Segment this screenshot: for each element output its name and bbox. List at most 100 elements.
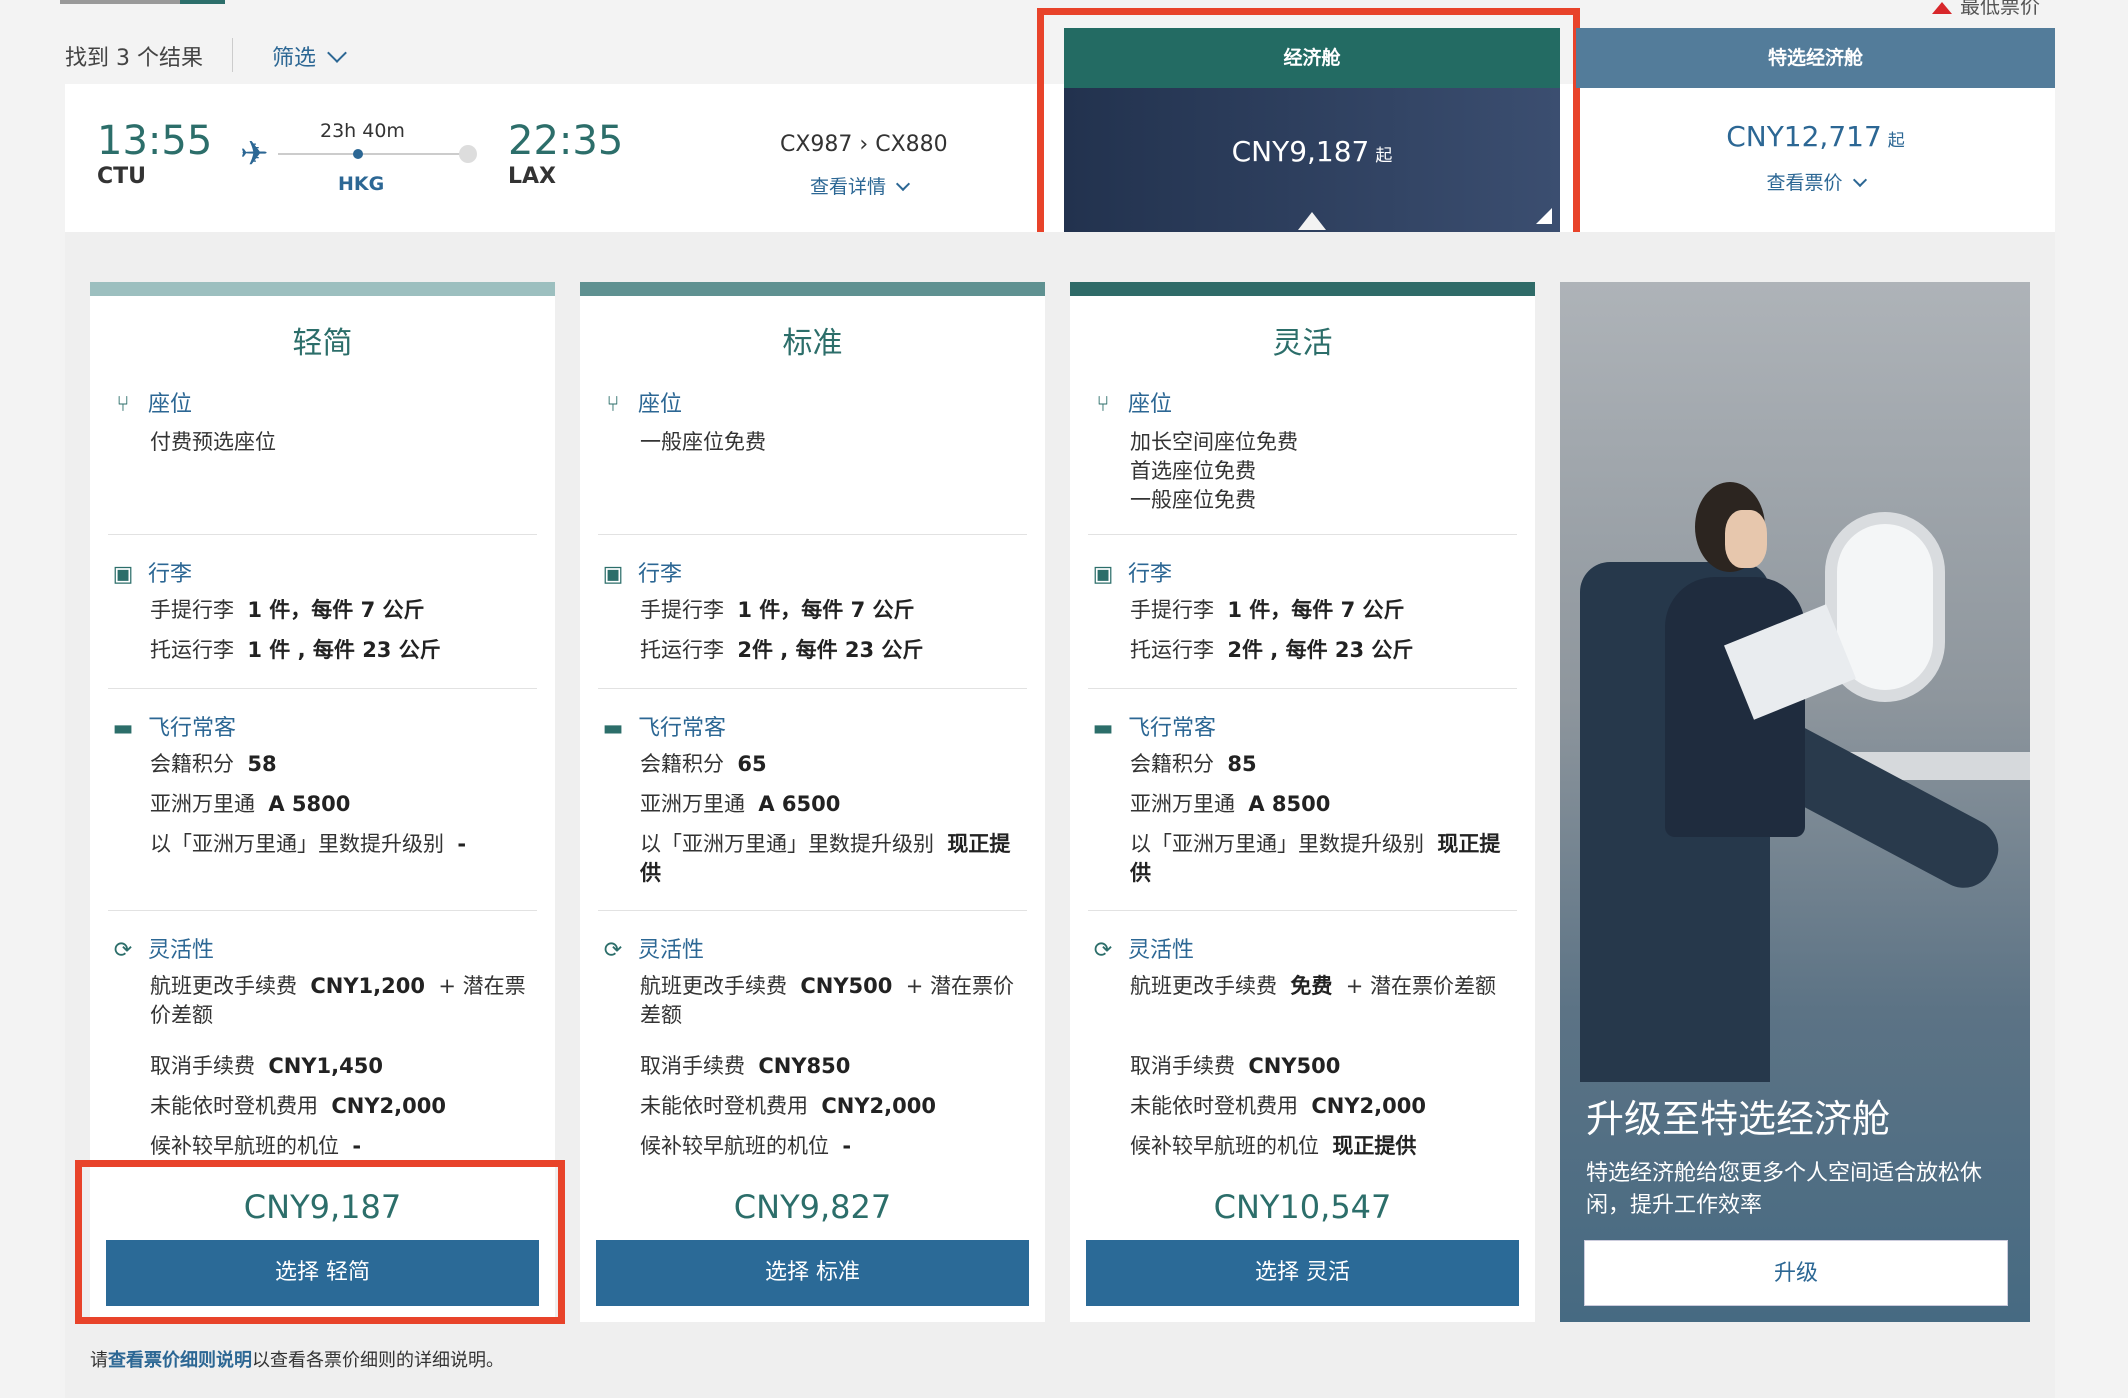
filter-button[interactable]: 筛选	[272, 40, 347, 72]
flexibility-section: ⟳ 灵活性	[600, 932, 704, 964]
flexibility-section: ⟳ 灵活性	[1090, 932, 1194, 964]
frequent-flyer-section: ▬ 飞行常客	[1090, 710, 1216, 742]
flight-duration: 23h 40m	[320, 120, 405, 142]
divider	[108, 534, 537, 535]
divider	[108, 688, 537, 689]
fare-name: 轻简	[292, 326, 353, 361]
chevron-down-icon	[895, 176, 911, 192]
footnote: 请查看票价细则说明以查看各票价细则的详细说明。	[90, 1350, 504, 1371]
divider	[598, 534, 1027, 535]
upgrade-panel: 升级至特选经济舱 特选经济舱给您更多个人空间适合放松休闲，提升工作效率 升级	[1560, 282, 2030, 1322]
fare-name: 灵活	[1272, 326, 1333, 361]
standby-row: 候补较早航班的机位 -	[150, 1134, 362, 1158]
seat-option: 首选座位免费	[1130, 459, 1256, 483]
change-fee-row: 航班更改手续费 CNY500 + 潜在票价差额	[640, 974, 1015, 1027]
highlight-box-economy	[1037, 8, 1580, 260]
tab-premium-economy[interactable]: 特选经济舱	[1576, 28, 2055, 88]
fare-color-bar	[90, 282, 555, 296]
no-show-fee-row: 未能依时登机费用 CNY2,000	[150, 1094, 446, 1118]
checked-bag-row: 托运行李 2件 , 每件 23 公斤	[640, 638, 924, 662]
fare-color-bar	[580, 282, 1045, 296]
seat-option: 付费预选座位	[150, 430, 276, 454]
divider	[1088, 688, 1517, 689]
no-show-fee-row: 未能依时登机费用 CNY2,000	[1130, 1094, 1426, 1118]
seat-section: ⑂ 座位	[1090, 386, 1172, 418]
carry-on-row: 手提行李 1 件，每件 7 公斤	[1130, 598, 1405, 622]
asia-miles-row: 亚洲万里通 A 5800	[150, 792, 351, 816]
fare-price: CNY10,547	[1213, 1188, 1392, 1226]
view-fares-link[interactable]: 查看票价	[1576, 168, 2055, 195]
seat-section: ⑂ 座位	[110, 386, 192, 418]
premium-economy-price: CNY12,717 起	[1726, 120, 1905, 153]
divider	[1088, 910, 1517, 911]
route-end-dot	[459, 145, 477, 163]
chevron-down-icon	[1852, 172, 1867, 188]
membership-card-icon: ▬	[1092, 716, 1114, 741]
luggage-icon: ▣	[1092, 562, 1114, 587]
lowest-fare-icon	[1932, 1, 1952, 14]
fare-card: 灵活 ⑂ 座位 加长空间座位免费 首选座位免费 一般座位免费 ▣ 行李 手提行李 1 件…	[1070, 282, 1535, 1322]
carry-on-row: 手提行李 1 件，每件 7 公斤	[150, 598, 425, 622]
membership-card-icon: ▬	[112, 716, 134, 741]
plane-icon: ✈	[240, 134, 269, 174]
seat-option: 加长空间座位免费	[1130, 430, 1298, 454]
flexibility-icon: ⟳	[1093, 938, 1113, 963]
baggage-section: ▣ 行李	[1090, 556, 1172, 588]
seat-option: 一般座位免费	[1130, 488, 1256, 512]
flexibility-icon: ⟳	[603, 938, 623, 963]
fare-color-bar	[1070, 282, 1535, 296]
asia-miles-row: 亚洲万里通 A 8500	[1130, 792, 1331, 816]
divider	[232, 38, 233, 72]
view-details-link[interactable]: 查看详情	[810, 172, 911, 199]
upgrade-title: 升级至特选经济舱	[1586, 1097, 1891, 1141]
club-points-row: 会籍积分 85	[1130, 752, 1257, 776]
baggage-section: ▣ 行李	[110, 556, 192, 588]
highlight-box-fare-light	[75, 1160, 565, 1324]
change-fee-row: 航班更改手续费 免费 + 潜在票价差额	[1130, 974, 1496, 998]
divider	[1088, 534, 1517, 535]
divider	[598, 688, 1027, 689]
upgrade-with-miles-row: 以「亚洲万里通」里数提升级别 现正提供	[1130, 832, 1501, 885]
club-points-row: 会籍积分 58	[150, 752, 277, 776]
upgrade-description: 特选经济舱给您更多个人空间适合放松休闲，提升工作效率	[1586, 1161, 1983, 1218]
membership-card-icon: ▬	[602, 716, 624, 741]
standby-row: 候补较早航班的机位 现正提供	[1130, 1134, 1417, 1158]
baggage-section: ▣ 行李	[600, 556, 682, 588]
select-fare-button[interactable]: 选择 标准	[596, 1240, 1029, 1306]
upgrade-with-miles-row: 以「亚洲万里通」里数提升级别 -	[150, 832, 467, 856]
flexibility-icon: ⟳	[113, 938, 133, 963]
standby-row: 候补较早航班的机位 -	[640, 1134, 852, 1158]
select-fare-button[interactable]: 选择 灵活	[1086, 1240, 1519, 1306]
frequent-flyer-section: ▬ 飞行常客	[600, 710, 726, 742]
route-line	[278, 153, 468, 155]
fare-price: CNY9,827	[733, 1188, 892, 1226]
seat-icon: ⑂	[606, 392, 620, 417]
departure-airport: CTU	[97, 164, 147, 189]
seat-section: ⑂ 座位	[600, 386, 682, 418]
fare-rules-link[interactable]: 查看票价细则说明	[108, 1350, 252, 1371]
checked-bag-row: 托运行李 2件 , 每件 23 公斤	[1130, 638, 1414, 662]
seat-icon: ⑂	[1096, 392, 1110, 417]
lowest-fare-label: 最低票价	[1932, 0, 2040, 19]
asia-miles-row: 亚洲万里通 A 6500	[640, 792, 841, 816]
carry-on-row: 手提行李 1 件，每件 7 公斤	[640, 598, 915, 622]
fare-card: 标准 ⑂ 座位 一般座位免费 ▣ 行李 手提行李 1 件，每件 7 公斤 托运行李 …	[580, 282, 1045, 1322]
divider	[598, 910, 1027, 911]
checked-bag-row: 托运行李 1 件 , 每件 23 公斤	[150, 638, 441, 662]
divider	[108, 910, 537, 911]
stopover-airport: HKG	[338, 173, 385, 195]
luggage-icon: ▣	[602, 562, 624, 587]
upgrade-with-miles-row: 以「亚洲万里通」里数提升级别 现正提供	[640, 832, 1011, 885]
departure-time: 13:55	[97, 118, 213, 164]
frequent-flyer-section: ▬ 飞行常客	[110, 710, 236, 742]
chevron-down-icon	[327, 43, 347, 63]
results-count: 找到 3 个结果	[65, 46, 203, 71]
upgrade-button[interactable]: 升级	[1584, 1240, 2008, 1306]
arrival-airport: LAX	[508, 164, 557, 189]
flexibility-section: ⟳ 灵活性	[110, 932, 214, 964]
top-progress-strip	[0, 0, 2128, 8]
no-show-fee-row: 未能依时登机费用 CNY2,000	[640, 1094, 936, 1118]
stop-dot	[353, 149, 363, 159]
luggage-icon: ▣	[112, 562, 134, 587]
club-points-row: 会籍积分 65	[640, 752, 767, 776]
